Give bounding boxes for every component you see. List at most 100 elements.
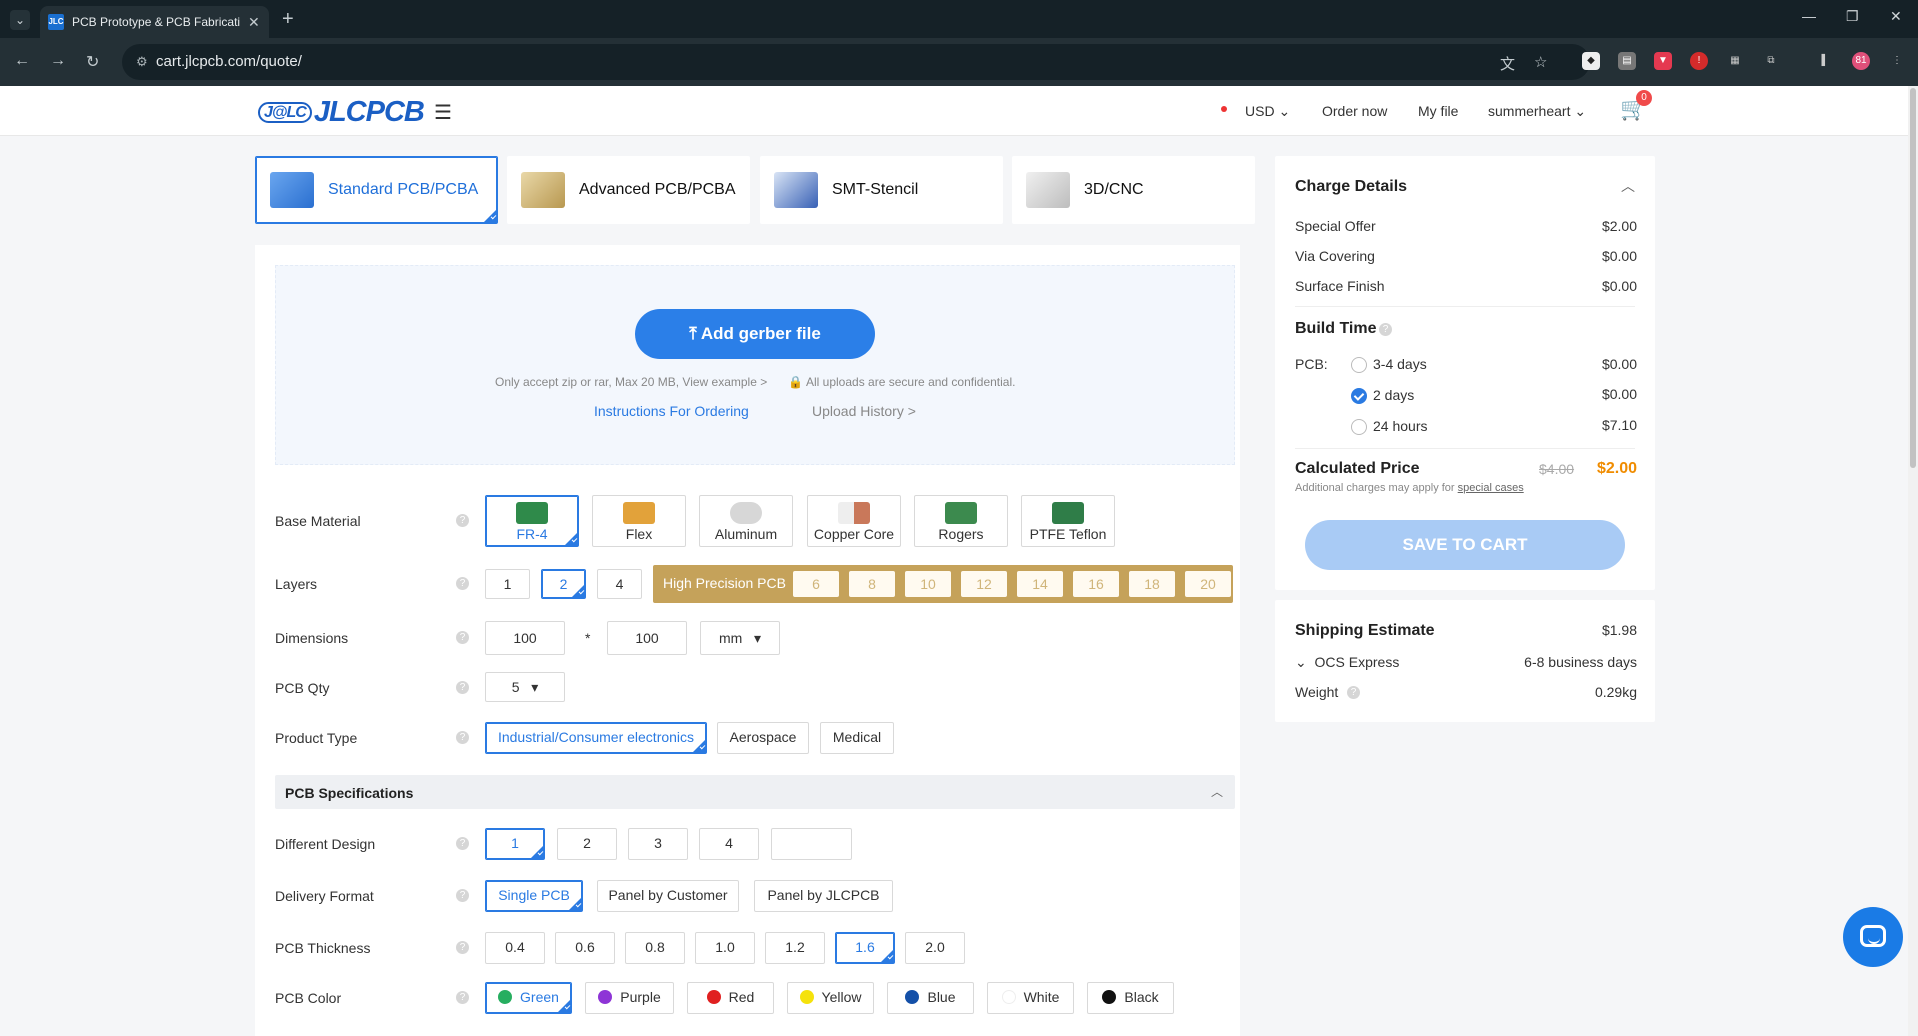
layer-option-4[interactable]: 4	[597, 569, 642, 599]
layer-option-16[interactable]: 16	[1073, 571, 1119, 597]
help-icon[interactable]: ?	[456, 837, 469, 850]
product-type-medical[interactable]: Medical	[820, 722, 894, 754]
instructions-link[interactable]: Instructions For Ordering	[594, 403, 749, 419]
layer-option-2[interactable]: 2	[541, 569, 586, 599]
upload-dropzone[interactable]	[275, 265, 1235, 465]
color-green[interactable]: Green	[485, 982, 572, 1014]
profile-avatar[interactable]: 81	[1852, 52, 1870, 70]
help-icon[interactable]: ?	[456, 889, 469, 902]
user-menu[interactable]: summerheart ⌄	[1488, 103, 1586, 120]
tab-standard-pcb[interactable]: Standard PCB/PCBA	[255, 156, 498, 224]
build-24-hours-radio[interactable]	[1351, 419, 1367, 435]
height-input[interactable]: 100	[607, 621, 687, 655]
build-3-4-days-radio[interactable]	[1351, 357, 1367, 373]
design-option-2[interactable]: 2	[557, 828, 617, 860]
translate-icon[interactable]: 文	[1500, 53, 1515, 74]
layer-option-12[interactable]: 12	[961, 571, 1007, 597]
color-black[interactable]: Black	[1087, 982, 1174, 1014]
extension-icon-5[interactable]: ▦	[1726, 52, 1744, 70]
extensions-puzzle-icon[interactable]: ⧉	[1762, 52, 1780, 70]
thickness-2.0[interactable]: 2.0	[905, 932, 965, 964]
product-type-aerospace[interactable]: Aerospace	[717, 722, 809, 754]
tab-advanced-pcb[interactable]: Advanced PCB/PCBA	[507, 156, 750, 224]
design-option-1[interactable]: 1	[485, 828, 545, 860]
help-icon[interactable]: ?	[456, 577, 469, 590]
material-ptfe-teflon[interactable]: PTFE Teflon	[1021, 495, 1115, 547]
build-24-hours-label[interactable]: 24 hours	[1373, 418, 1427, 434]
address-bar[interactable]: ⚙ cart.jlcpcb.com/quote/ 文 ☆	[122, 44, 1590, 80]
delivery-panel-by-customer[interactable]: Panel by Customer	[597, 880, 739, 912]
help-icon[interactable]: ?	[1347, 686, 1360, 699]
upload-history-link[interactable]: Upload History >	[812, 403, 916, 419]
layer-option-6[interactable]: 6	[793, 571, 839, 597]
color-white[interactable]: White	[987, 982, 1074, 1014]
close-tab-icon[interactable]: ✕	[248, 14, 260, 31]
thickness-0.6[interactable]: 0.6	[555, 932, 615, 964]
build-2-days-label[interactable]: 2 days	[1373, 387, 1414, 403]
extension-icon-4[interactable]: !	[1690, 52, 1708, 70]
order-now-link[interactable]: Order now	[1322, 103, 1387, 119]
help-icon[interactable]: ?	[456, 941, 469, 954]
build-2-days-radio[interactable]	[1351, 388, 1367, 404]
design-option-4[interactable]: 4	[699, 828, 759, 860]
material-fr4[interactable]: FR-4	[485, 495, 579, 547]
color-blue[interactable]: Blue	[887, 982, 974, 1014]
tab-3d-cnc[interactable]: 3D/CNC	[1012, 156, 1255, 224]
extension-icon-3[interactable]: ▼	[1654, 52, 1672, 70]
back-icon[interactable]: ←	[14, 52, 30, 70]
browser-tab[interactable]: JLC PCB Prototype & PCB Fabricati ✕	[40, 6, 269, 38]
tab-search-icon[interactable]: ⌄	[10, 10, 30, 30]
design-option-3[interactable]: 3	[628, 828, 688, 860]
site-info-icon[interactable]: ⚙	[136, 54, 148, 70]
layer-option-10[interactable]: 10	[905, 571, 951, 597]
scrollbar-thumb[interactable]	[1910, 88, 1916, 468]
build-3-4-days-label[interactable]: 3-4 days	[1373, 356, 1427, 372]
shipping-method-select[interactable]: ⌄ OCS Express	[1295, 654, 1399, 671]
delivery-single-pcb[interactable]: Single PCB	[485, 880, 583, 912]
thickness-1.2[interactable]: 1.2	[765, 932, 825, 964]
extension-icon-2[interactable]: ▤	[1618, 52, 1636, 70]
material-flex[interactable]: Flex	[592, 495, 686, 547]
live-chat-button[interactable]	[1843, 907, 1903, 967]
help-icon[interactable]: ?	[456, 631, 469, 644]
help-icon[interactable]: ?	[456, 731, 469, 744]
pcb-qty-select[interactable]: 5 ▾	[485, 672, 565, 702]
bookmark-star-icon[interactable]: ☆	[1534, 53, 1547, 71]
restore-icon[interactable]: ❐	[1846, 8, 1859, 25]
extension-icon-1[interactable]: ◆	[1582, 52, 1600, 70]
color-purple[interactable]: Purple	[585, 982, 674, 1014]
upload-note[interactable]: Only accept zip or rar, Max 20 MB, View …	[495, 375, 767, 389]
add-gerber-button[interactable]: ⤒ Add gerber file	[635, 309, 875, 359]
pcb-specifications-header[interactable]: PCB Specifications ︿	[275, 775, 1235, 809]
reload-icon[interactable]: ↻	[86, 52, 99, 72]
save-to-cart-button[interactable]: SAVE TO CART	[1305, 520, 1625, 570]
material-aluminum[interactable]: Aluminum	[699, 495, 793, 547]
design-custom-input[interactable]	[771, 828, 852, 860]
tab-smt-stencil[interactable]: SMT-Stencil	[760, 156, 1003, 224]
help-icon[interactable]: ?	[456, 991, 469, 1004]
menu-list-icon[interactable]: ☰	[434, 100, 452, 125]
jlcpcb-logo[interactable]: J@LC JLCPCB	[258, 96, 425, 129]
color-yellow[interactable]: Yellow	[787, 982, 874, 1014]
my-file-link[interactable]: My file	[1418, 103, 1458, 119]
help-icon[interactable]: ?	[1379, 323, 1392, 336]
new-tab-icon[interactable]: +	[282, 8, 294, 31]
forward-icon[interactable]: →	[50, 52, 66, 70]
chevron-up-icon[interactable]: ︿	[1621, 176, 1635, 196]
browser-menu-icon[interactable]: ⋮	[1888, 52, 1906, 70]
layer-option-1[interactable]: 1	[485, 569, 530, 599]
thickness-1.6[interactable]: 1.6	[835, 932, 895, 964]
page-scrollbar[interactable]	[1908, 86, 1918, 1036]
color-red[interactable]: Red	[687, 982, 774, 1014]
material-rogers[interactable]: Rogers	[914, 495, 1008, 547]
help-icon[interactable]: ?	[456, 681, 469, 694]
product-type-industrial[interactable]: Industrial/Consumer electronics	[485, 722, 707, 754]
unit-select[interactable]: mm ▾	[700, 621, 780, 655]
special-cases-link[interactable]: special cases	[1458, 482, 1524, 494]
layer-option-14[interactable]: 14	[1017, 571, 1063, 597]
minimize-icon[interactable]: —	[1802, 8, 1816, 24]
close-window-icon[interactable]: ✕	[1890, 8, 1902, 25]
delivery-panel-by-jlcpcb[interactable]: Panel by JLCPCB	[754, 880, 893, 912]
material-copper-core[interactable]: Copper Core	[807, 495, 901, 547]
side-panel-icon[interactable]: ▌	[1816, 52, 1834, 70]
